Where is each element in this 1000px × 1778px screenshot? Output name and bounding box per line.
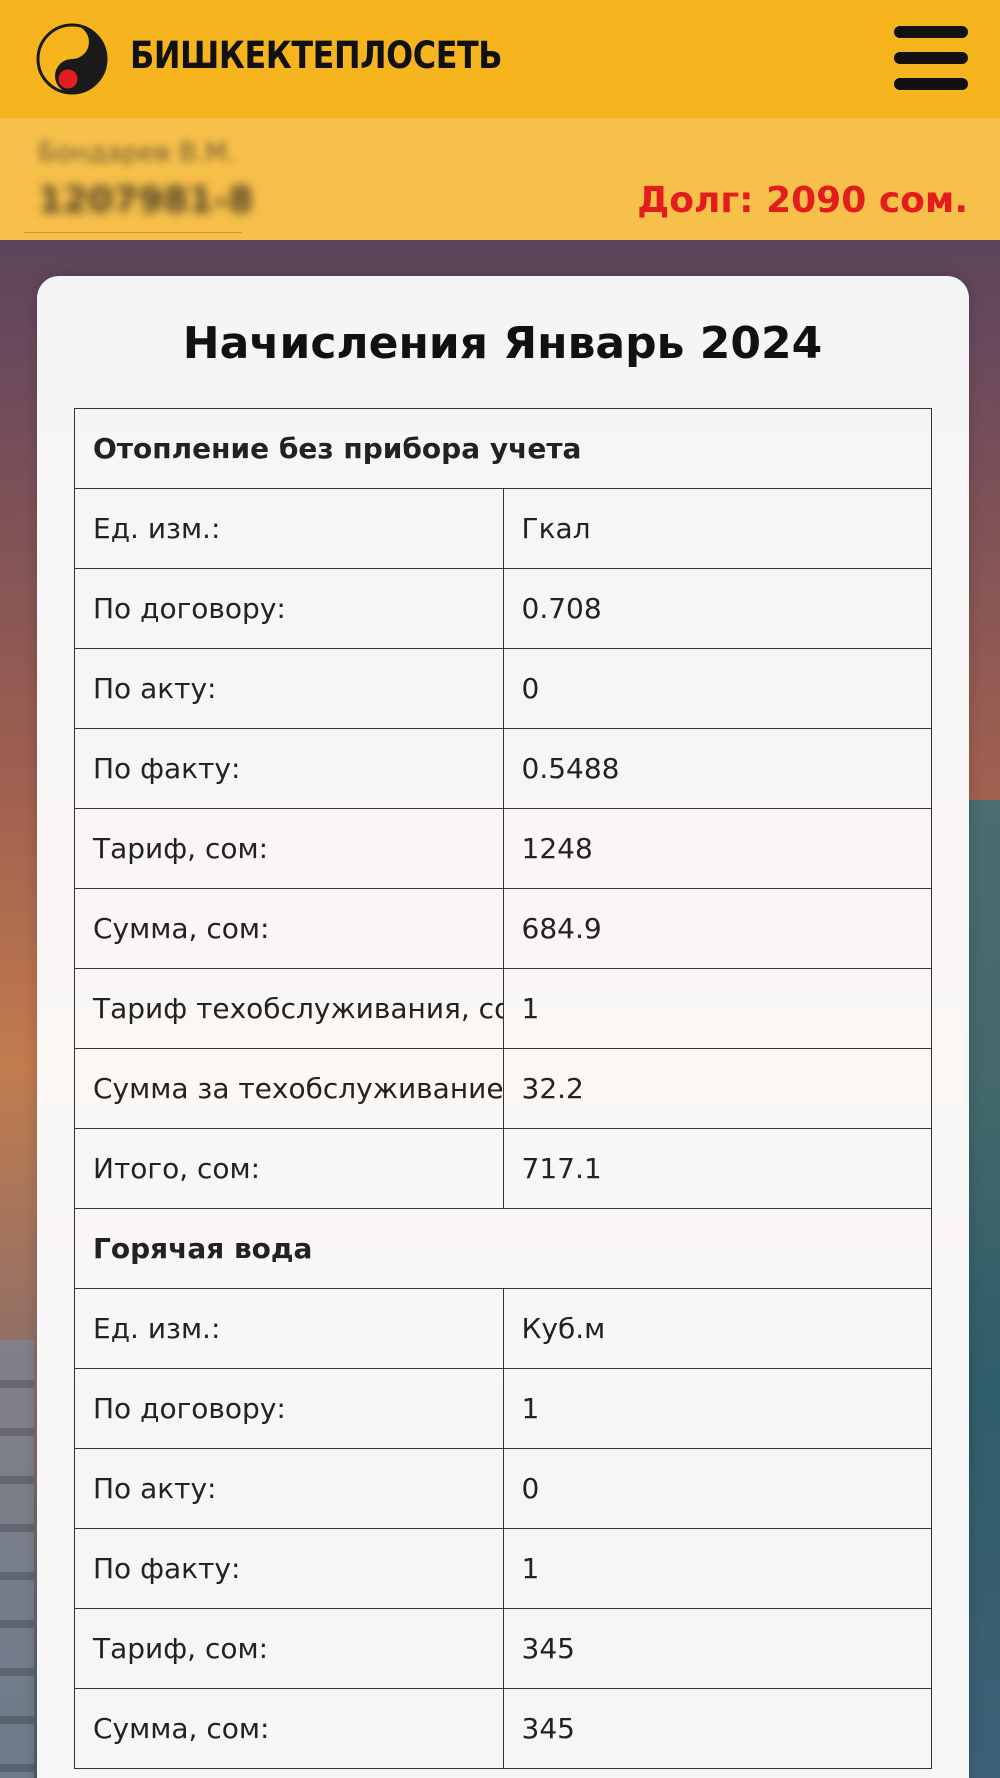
- yin-yang-logo-icon[interactable]: [36, 23, 108, 95]
- menu-bar-line: [894, 52, 968, 64]
- hamburger-menu-icon[interactable]: [894, 26, 968, 90]
- row-label: Сумма, сом:: [74, 888, 504, 969]
- row-value: 0: [502, 648, 932, 729]
- table-row: Сумма за техобслуживание, сом: 32.2: [74, 1048, 932, 1129]
- table-section-header: Горячая вода: [74, 1208, 932, 1289]
- background-building-left: [0, 1340, 34, 1778]
- account-divider: [24, 232, 242, 233]
- row-label: По договору:: [74, 1368, 504, 1449]
- table-section-header: Отопление без прибора учета: [74, 408, 932, 489]
- row-value: 1: [502, 1368, 932, 1449]
- table-row: Ед. изм.: Куб.м: [74, 1288, 932, 1369]
- row-value: 0: [502, 1448, 932, 1529]
- row-value: 1248: [502, 808, 932, 889]
- table-row: По договору: 0.708: [74, 568, 932, 649]
- row-value: 1: [502, 1528, 932, 1609]
- row-value: 0.5488: [502, 728, 932, 809]
- section-title: Отопление без прибора учета: [74, 408, 932, 489]
- row-value: 0.708: [502, 568, 932, 649]
- row-value: 32.2: [502, 1048, 932, 1129]
- row-value: 345: [502, 1688, 932, 1769]
- row-label: Тариф, сом:: [74, 1608, 504, 1689]
- menu-bar-line: [894, 78, 968, 90]
- row-label: Итого, сом:: [74, 1128, 504, 1209]
- menu-bar-line: [894, 26, 968, 38]
- row-label: Ед. изм.:: [74, 1288, 504, 1369]
- table-row: По факту: 0.5488: [74, 728, 932, 809]
- row-label: По акту:: [74, 1448, 504, 1529]
- row-label: Сумма, сом:: [74, 1688, 504, 1769]
- table-row: Тариф техобслуживания, сом: 1: [74, 968, 932, 1049]
- charges-table: Отопление без прибора учета Ед. изм.: Гк…: [74, 408, 932, 1769]
- table-row: По акту: 0: [74, 648, 932, 729]
- row-value: 345: [502, 1608, 932, 1689]
- row-value: 684.9: [502, 888, 932, 969]
- brand-name[interactable]: БИШКЕКТЕПЛОСЕТЬ: [130, 34, 503, 77]
- account-bar: [0, 118, 1000, 240]
- row-label: По акту:: [74, 648, 504, 729]
- debt-amount: Долг: 2090 сом.: [637, 180, 968, 221]
- row-label: По договору:: [74, 568, 504, 649]
- row-value: 717.1: [502, 1128, 932, 1209]
- table-row: Тариф, сом: 345: [74, 1608, 932, 1689]
- account-number[interactable]: 1207981-8: [38, 180, 253, 221]
- row-label: По факту:: [74, 728, 504, 809]
- row-label: Тариф техобслуживания, сом:: [74, 968, 504, 1049]
- table-row: Ед. изм.: Гкал: [74, 488, 932, 569]
- table-row: Итого, сом: 717.1: [74, 1128, 932, 1209]
- table-row: По акту: 0: [74, 1448, 932, 1529]
- table-row: Сумма, сом: 684.9: [74, 888, 932, 969]
- account-holder-name: Бондарев В.М.: [38, 138, 236, 168]
- row-label: По факту:: [74, 1528, 504, 1609]
- table-row: Сумма, сом: 345: [74, 1688, 932, 1769]
- row-value: Гкал: [502, 488, 932, 569]
- row-value: 1: [502, 968, 932, 1049]
- background-building-right: [966, 800, 1000, 1778]
- row-label: Сумма за техобслуживание, сом:: [74, 1048, 504, 1129]
- table-row: По договору: 1: [74, 1368, 932, 1449]
- table-row: По факту: 1: [74, 1528, 932, 1609]
- section-title: Горячая вода: [74, 1208, 932, 1289]
- page-title: Начисления Январь 2024: [182, 318, 823, 369]
- row-label: Ед. изм.:: [74, 488, 504, 569]
- row-value: Куб.м: [502, 1288, 932, 1369]
- row-label: Тариф, сом:: [74, 808, 504, 889]
- top-app-bar: БИШКЕКТЕПЛОСЕТЬ: [0, 0, 1000, 118]
- table-row: Тариф, сом: 1248: [74, 808, 932, 889]
